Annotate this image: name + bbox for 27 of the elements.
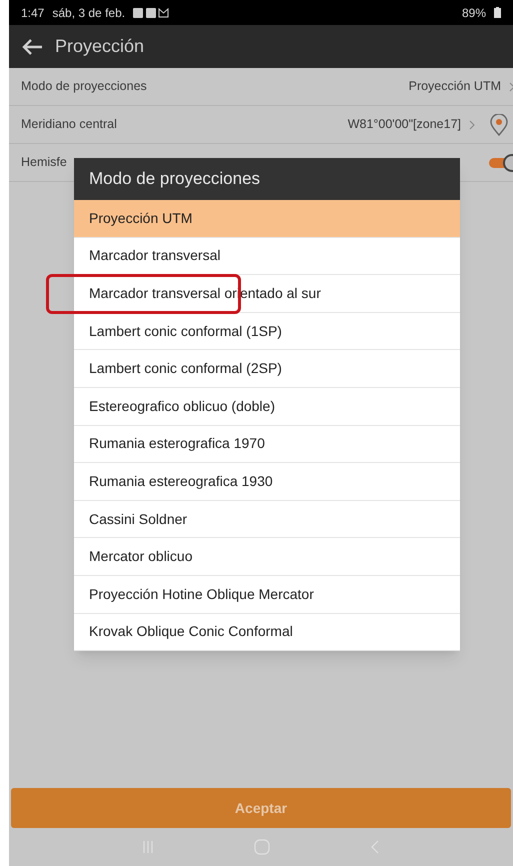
projection-option[interactable]: Lambert conic conformal (2SP) (74, 350, 460, 388)
projection-option[interactable]: Lambert conic conformal (1SP) (74, 312, 460, 350)
screen-title: Proyección (55, 35, 144, 58)
projection-option[interactable]: Proyección UTM (74, 200, 460, 238)
notification-icons (133, 8, 170, 18)
projection-option[interactable]: Rumania estereografica 1930 (74, 463, 460, 501)
projection-option[interactable]: Krovak Oblique Conic Conformal (74, 614, 460, 652)
projection-option[interactable]: Marcador transversal (74, 238, 460, 276)
setting-value[interactable]: Proyección UTM (408, 77, 501, 96)
battery-level: 89% (462, 4, 486, 22)
setting-label: Meridiano central (21, 116, 118, 134)
setting-label: Modo de proyecciones (21, 78, 148, 96)
projection-option[interactable]: Mercator oblicuo (74, 538, 460, 576)
toggle-switch[interactable] (489, 152, 513, 174)
projection-option[interactable]: Proyección Hotine Oblique Mercator (74, 576, 460, 614)
battery-icon (494, 7, 501, 18)
setting-value[interactable]: W81°00'00"[zone17] (348, 115, 461, 134)
status-date: sáb, 3 de feb. (52, 4, 126, 22)
projection-option[interactable]: Rumania esterografica 1970 (74, 426, 460, 464)
location-pin-icon[interactable] (489, 114, 509, 136)
dialog-title: Modo de proyecciones (74, 158, 460, 200)
status-time: 1:47 (21, 4, 44, 22)
projection-option[interactable]: Cassini Soldner (74, 500, 460, 538)
back-arrow-icon[interactable] (21, 38, 43, 56)
setting-label: Hemisfe (21, 154, 68, 172)
projection-option[interactable]: Estereografico oblicuo (doble) (74, 388, 460, 426)
chevron-icon (469, 120, 475, 130)
